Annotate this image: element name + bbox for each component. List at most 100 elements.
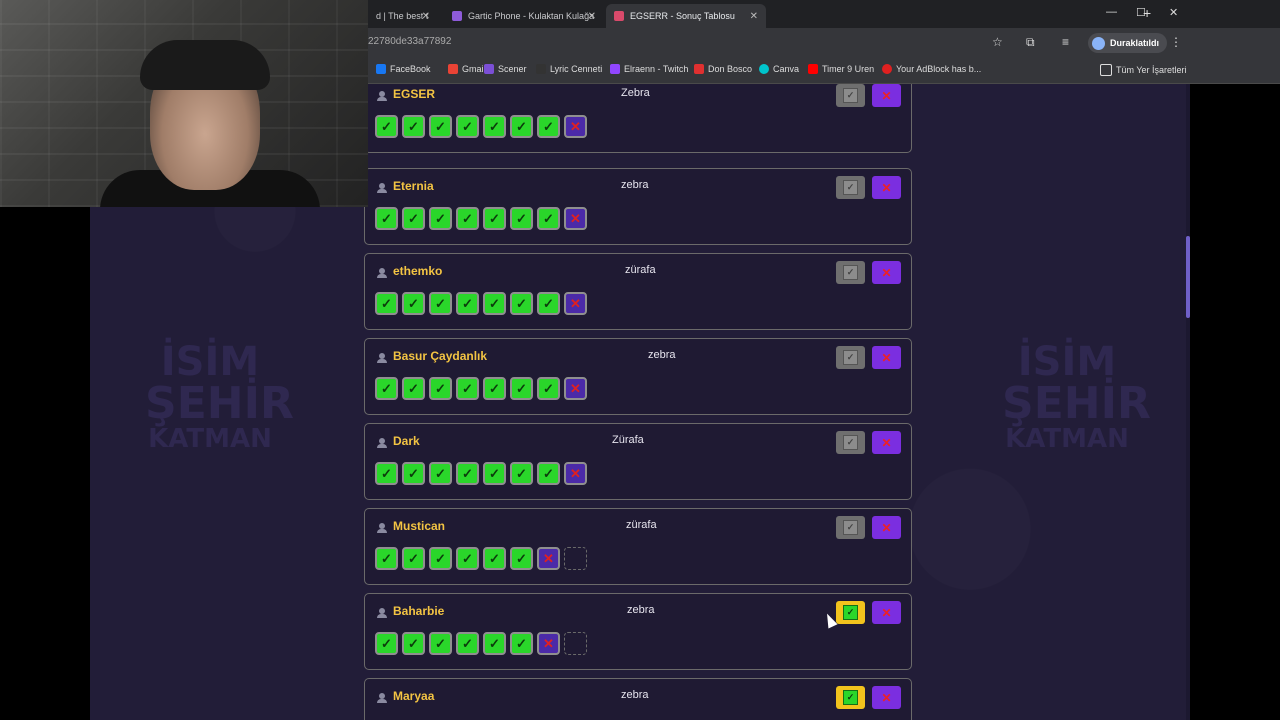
cross-icon: ✕	[881, 605, 892, 620]
check-icon: ✓	[429, 462, 452, 485]
check-icon: ✓	[429, 632, 452, 655]
close-tab-icon[interactable]: ✕	[422, 11, 430, 22]
address-bar: 22780de33a77892 ☆ ⧉ ≡ Duraklatıldı ⋮	[368, 28, 1280, 58]
bookmark-canva[interactable]: Canva	[759, 64, 799, 74]
check-icon: ✓	[429, 207, 452, 230]
cross-icon: ✕	[564, 115, 587, 138]
youtube-icon	[808, 64, 818, 74]
profile-button[interactable]: Duraklatıldı	[1088, 33, 1168, 53]
check-icon: ✓	[402, 207, 425, 230]
approve-button[interactable]: ✓	[836, 346, 865, 369]
extensions-icon[interactable]: ⧉	[1026, 35, 1035, 50]
tab-1[interactable]: d | The best t ✕	[368, 4, 438, 28]
scrollbar[interactable]	[1186, 84, 1190, 720]
menu-kebab-icon[interactable]: ⋮	[1170, 35, 1182, 49]
bookmark-lyric-cenneti[interactable]: Lyric Cenneti	[536, 64, 602, 74]
player-name: Baharbie	[393, 604, 445, 618]
bookmark-label: Canva	[773, 64, 800, 74]
empty-slot	[564, 632, 587, 655]
bookmark-timer[interactable]: Timer 9 Uren	[808, 64, 874, 74]
approve-button[interactable]: ✓	[836, 84, 865, 107]
all-bookmarks-folder[interactable]: Tüm Yer İşaretleri	[1100, 64, 1187, 76]
star-bookmark-icon[interactable]: ☆	[992, 35, 1003, 49]
tab-2[interactable]: Gartic Phone - Kulaktan Kulağa ✕	[444, 4, 604, 28]
check-icon: ✓	[456, 377, 479, 400]
lyric-icon	[536, 64, 546, 74]
maximize-icon[interactable]: ☐	[1136, 6, 1146, 19]
url-field[interactable]: 22780de33a77892	[368, 36, 451, 47]
approve-button[interactable]: ✓	[836, 601, 865, 624]
bookmarks-bar: FaceBook Gmail Scener Lyric Cenneti Elra…	[368, 58, 1280, 84]
check-icon: ✓	[843, 435, 858, 450]
player-card: ethemko zürafa ✓ ✓ ✓ ✓ ✓ ✓ ✓ ✕ ✓ ✕	[364, 253, 912, 330]
profile-label: Duraklatıldı	[1110, 38, 1160, 48]
check-icon: ✓	[375, 115, 398, 138]
bookmark-gmail[interactable]: Gmail	[448, 64, 486, 74]
approve-button[interactable]: ✓	[836, 176, 865, 199]
check-icon: ✓	[537, 292, 560, 315]
scener-icon	[484, 64, 494, 74]
cross-icon: ✕	[881, 265, 892, 280]
check-icon: ✓	[375, 207, 398, 230]
watermark-line: KATMAN	[148, 424, 272, 454]
bookmark-label: Timer 9 Uren	[822, 64, 875, 74]
bookmark-elraenn-twitch[interactable]: Elraenn - Twitch	[610, 64, 688, 74]
browser-tab-bar: d | The best t ✕ Gartic Phone - Kulaktan…	[368, 0, 1280, 28]
check-icon: ✓	[429, 292, 452, 315]
reject-button[interactable]: ✕	[872, 346, 901, 369]
bookmark-label: Gmail	[462, 64, 486, 74]
reject-button[interactable]: ✕	[872, 176, 901, 199]
bookmark-facebook[interactable]: FaceBook	[376, 64, 431, 74]
check-icon: ✓	[483, 632, 506, 655]
reject-button[interactable]: ✕	[872, 601, 901, 624]
tab-title: d | The best t	[376, 11, 429, 21]
player-answer: Zürafa	[612, 434, 644, 446]
scrollbar-thumb[interactable]	[1186, 236, 1190, 318]
approve-button[interactable]: ✓	[836, 261, 865, 284]
tab-3-active[interactable]: EGSERR - Sonuç Tablosu ✕	[606, 4, 766, 28]
reject-button[interactable]: ✕	[872, 686, 901, 709]
approve-button[interactable]: ✓	[836, 516, 865, 539]
cross-icon: ✕	[537, 632, 560, 655]
player-answer: zebra	[627, 604, 655, 616]
watermark-left: İSİM ŞEHİR KATMAN	[145, 342, 294, 454]
player-answer: Zebra	[621, 87, 650, 99]
check-icon: ✓	[483, 207, 506, 230]
reject-button[interactable]: ✕	[872, 261, 901, 284]
reject-button[interactable]: ✕	[872, 516, 901, 539]
twitch-icon	[610, 64, 620, 74]
media-control-icon[interactable]: ≡	[1062, 35, 1069, 49]
player-name: Dark	[393, 434, 420, 448]
reject-button[interactable]: ✕	[872, 84, 901, 107]
player-name: Basur Çaydanlık	[393, 349, 488, 363]
cross-icon: ✕	[881, 690, 892, 705]
watermark-right: İSİM ŞEHİR KATMAN	[1002, 342, 1151, 452]
check-icon: ✓	[402, 292, 425, 315]
approve-button[interactable]: ✓	[836, 431, 865, 454]
close-tab-icon[interactable]: ✕	[588, 11, 596, 22]
player-card: Eternia zebra ✓ ✓ ✓ ✓ ✓ ✓ ✓ ✕ ✓ ✕	[364, 168, 912, 245]
cross-icon: ✕	[881, 350, 892, 365]
vote-results: ✓ ✓ ✓ ✓ ✓ ✓ ✓ ✕	[375, 292, 587, 315]
gartic-favicon-icon	[452, 11, 462, 21]
close-window-icon[interactable]: ✕	[1169, 6, 1178, 19]
player-card: Basur Çaydanlık zebra ✓ ✓ ✓ ✓ ✓ ✓ ✓ ✕ ✓ ✕	[364, 338, 912, 415]
check-icon: ✓	[537, 462, 560, 485]
check-icon: ✓	[483, 547, 506, 570]
check-icon: ✓	[402, 632, 425, 655]
avatar	[1092, 36, 1105, 50]
player-card: Baharbie zebra ✓ ✓ ✓ ✓ ✓ ✓ ✕ ✓ ✕	[364, 593, 912, 670]
approve-button[interactable]: ✓	[836, 686, 865, 709]
close-tab-icon[interactable]: ✕	[750, 11, 758, 22]
player-name: Maryaa	[393, 689, 435, 703]
bookmark-don-bosco[interactable]: Don Bosco	[694, 64, 752, 74]
reject-button[interactable]: ✕	[872, 431, 901, 454]
tab-title: Gartic Phone - Kulaktan Kulağa	[468, 11, 595, 21]
bookmark-scener[interactable]: Scener	[484, 64, 527, 74]
user-icon	[377, 608, 387, 618]
check-icon: ✓	[510, 547, 533, 570]
egserr-favicon-icon	[614, 11, 624, 21]
check-icon: ✓	[483, 115, 506, 138]
minimize-icon[interactable]: —	[1106, 6, 1117, 18]
bookmark-adblock[interactable]: Your AdBlock has b...	[882, 64, 981, 74]
